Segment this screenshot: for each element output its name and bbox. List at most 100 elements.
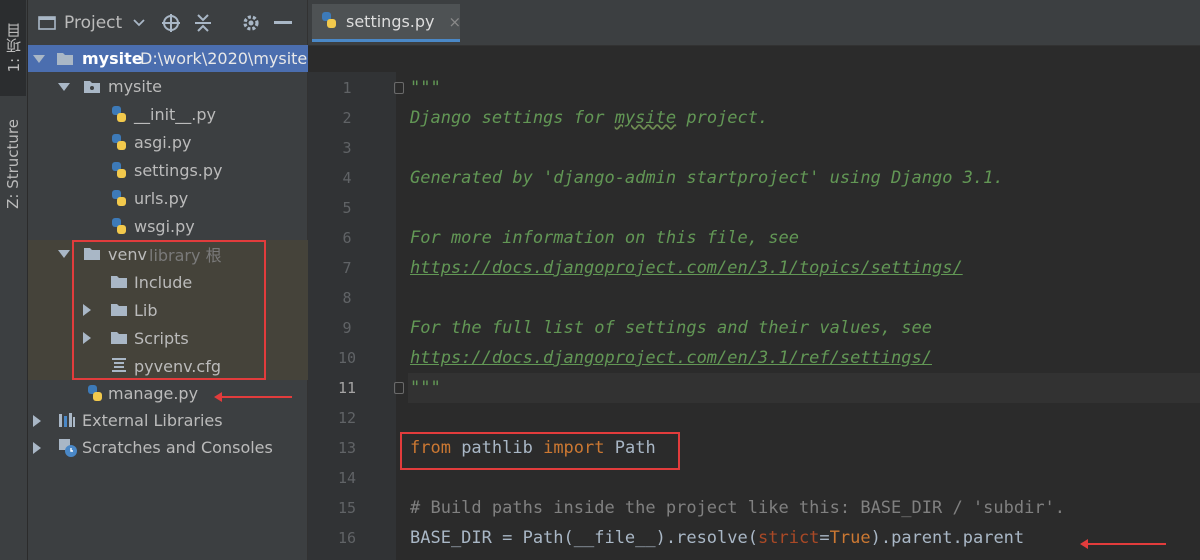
tree-file-init[interactable]: __init__.py xyxy=(28,101,308,128)
docstring-text: For the full list of settings and their … xyxy=(410,318,932,338)
expand-arrow-icon[interactable] xyxy=(33,415,41,427)
tree-label: mysite xyxy=(108,77,162,96)
code-line-6: For more information on this file, see xyxy=(408,223,1200,253)
python-file-icon xyxy=(86,384,104,402)
docstring-text: For more information on this file, see xyxy=(410,228,799,248)
code-line-7: https://docs.djangoproject.com/en/3.1/to… xyxy=(408,253,1200,283)
structure-tool-tab-label: Z: Structure xyxy=(4,119,22,209)
docstring-text: mysite xyxy=(614,108,677,128)
line-number: 10 xyxy=(337,349,357,367)
editor-tab-bar: settings.py × xyxy=(308,0,1200,46)
tree-label: asgi.py xyxy=(134,133,192,152)
python-file-icon xyxy=(320,11,338,33)
docstring-text: Django settings for xyxy=(410,108,615,128)
library-icon xyxy=(58,412,76,430)
line-number: 13 xyxy=(337,439,357,457)
identifier: ).parent.parent xyxy=(870,528,1025,548)
line-number: 15 xyxy=(337,499,357,517)
code-line-1: """ xyxy=(408,73,1200,103)
expand-arrow-icon[interactable] xyxy=(58,250,70,258)
line-number: 1 xyxy=(342,79,352,97)
code-line-9: For the full list of settings and their … xyxy=(408,313,1200,343)
tree-label: wsgi.py xyxy=(134,217,195,236)
line-number: 12 xyxy=(337,409,357,427)
structure-tool-tab[interactable]: Z: Structure xyxy=(0,104,26,224)
collapse-all-icon[interactable] xyxy=(192,12,214,34)
identifier: BASE_DIR = Path(__file__).resolve( xyxy=(410,528,758,548)
tree-label: settings.py xyxy=(134,161,223,180)
operator: = xyxy=(819,528,830,548)
line-number: 3 xyxy=(342,139,352,157)
line-number: 16 xyxy=(337,529,357,547)
expand-arrow-icon[interactable] xyxy=(58,83,70,91)
gear-icon[interactable] xyxy=(240,12,262,34)
annotation-highlight-venv xyxy=(72,240,266,380)
project-panel: Project mysite D:\work\2020\mysite mysit… xyxy=(28,0,308,560)
code-line-15: # Build paths inside the project like th… xyxy=(408,493,1200,523)
tree-label: manage.py xyxy=(108,384,199,403)
fold-marker-icon[interactable] xyxy=(394,82,404,94)
tree-label: urls.py xyxy=(134,189,189,208)
code-line-11: """ xyxy=(408,373,1200,403)
expand-arrow-icon[interactable] xyxy=(33,55,45,63)
tree-label: Scratches and Consoles xyxy=(82,438,273,457)
line-number: 5 xyxy=(342,199,352,217)
code-line-4: Generated by 'django-admin startproject'… xyxy=(408,163,1200,193)
annotation-highlight-import xyxy=(400,432,680,470)
annotation-arrow-base-dir xyxy=(1080,539,1166,549)
tree-node-mysite[interactable]: mysite xyxy=(28,73,308,100)
python-file-icon xyxy=(110,217,128,235)
python-file-icon xyxy=(110,133,128,151)
tree-node-scratches[interactable]: Scratches and Consoles xyxy=(28,434,308,461)
tab-label: settings.py xyxy=(346,12,435,31)
code-line-2: Django settings for mysite project. xyxy=(408,103,1200,133)
docstring-text: project. xyxy=(676,108,769,128)
parameter-name: strict xyxy=(758,528,820,548)
tree-label: External Libraries xyxy=(82,411,223,430)
folder-icon xyxy=(56,50,74,68)
project-panel-title: Project xyxy=(64,12,123,33)
tree-node-external-libraries[interactable]: External Libraries xyxy=(28,407,308,434)
tab-settings-py[interactable]: settings.py × xyxy=(312,4,462,42)
project-view-selector[interactable]: Project xyxy=(36,12,150,34)
tree-label: __init__.py xyxy=(134,105,217,124)
root-folder-path: D:\work\2020\mysite xyxy=(140,49,308,68)
annotation-arrow-manage xyxy=(214,392,292,402)
locate-icon[interactable] xyxy=(160,12,182,34)
fold-marker-icon[interactable] xyxy=(394,382,404,394)
line-number-gutter: 1 2 3 4 5 6 7 8 9 10 11 12 13 14 15 16 xyxy=(308,72,404,560)
chevron-down-icon[interactable] xyxy=(128,12,150,34)
project-folder-icon xyxy=(36,12,58,34)
minimize-icon[interactable] xyxy=(272,12,294,34)
line-number: 11 xyxy=(337,379,357,397)
project-panel-header: Project xyxy=(28,0,307,46)
code-line-10: https://docs.djangoproject.com/en/3.1/re… xyxy=(408,343,1200,373)
tree-file-urls[interactable]: urls.py xyxy=(28,185,308,212)
line-number: 8 xyxy=(342,289,352,307)
python-file-icon xyxy=(110,105,128,123)
scratches-icon xyxy=(58,438,77,457)
docstring-text: """ xyxy=(410,78,441,98)
python-file-icon xyxy=(110,189,128,207)
docstring-link[interactable]: https://docs.djangoproject.com/en/3.1/re… xyxy=(410,348,932,368)
docstring-text: """ xyxy=(410,378,441,398)
expand-arrow-icon[interactable] xyxy=(33,442,41,454)
keyword: True xyxy=(829,528,871,548)
project-tool-tab[interactable]: 1: 项目 xyxy=(0,0,26,96)
line-number: 7 xyxy=(342,259,352,277)
close-icon[interactable]: × xyxy=(449,13,462,31)
line-number: 14 xyxy=(337,469,357,487)
line-number: 2 xyxy=(342,109,352,127)
tree-file-settings[interactable]: settings.py xyxy=(28,157,308,184)
docstring-link[interactable]: https://docs.djangoproject.com/en/3.1/to… xyxy=(410,258,963,278)
tool-window-strip: 1: 项目 Z: Structure xyxy=(0,0,28,560)
tree-file-manage[interactable]: manage.py xyxy=(28,380,308,407)
line-number: 9 xyxy=(342,319,352,337)
line-number: 4 xyxy=(342,169,352,187)
tree-node-root[interactable]: mysite D:\work\2020\mysite xyxy=(28,45,308,72)
package-folder-icon xyxy=(83,78,101,96)
line-number: 6 xyxy=(342,229,352,247)
tree-file-asgi[interactable]: asgi.py xyxy=(28,129,308,156)
docstring-text: Generated by 'django-admin startproject'… xyxy=(410,168,1004,188)
tree-file-wsgi[interactable]: wsgi.py xyxy=(28,213,308,240)
